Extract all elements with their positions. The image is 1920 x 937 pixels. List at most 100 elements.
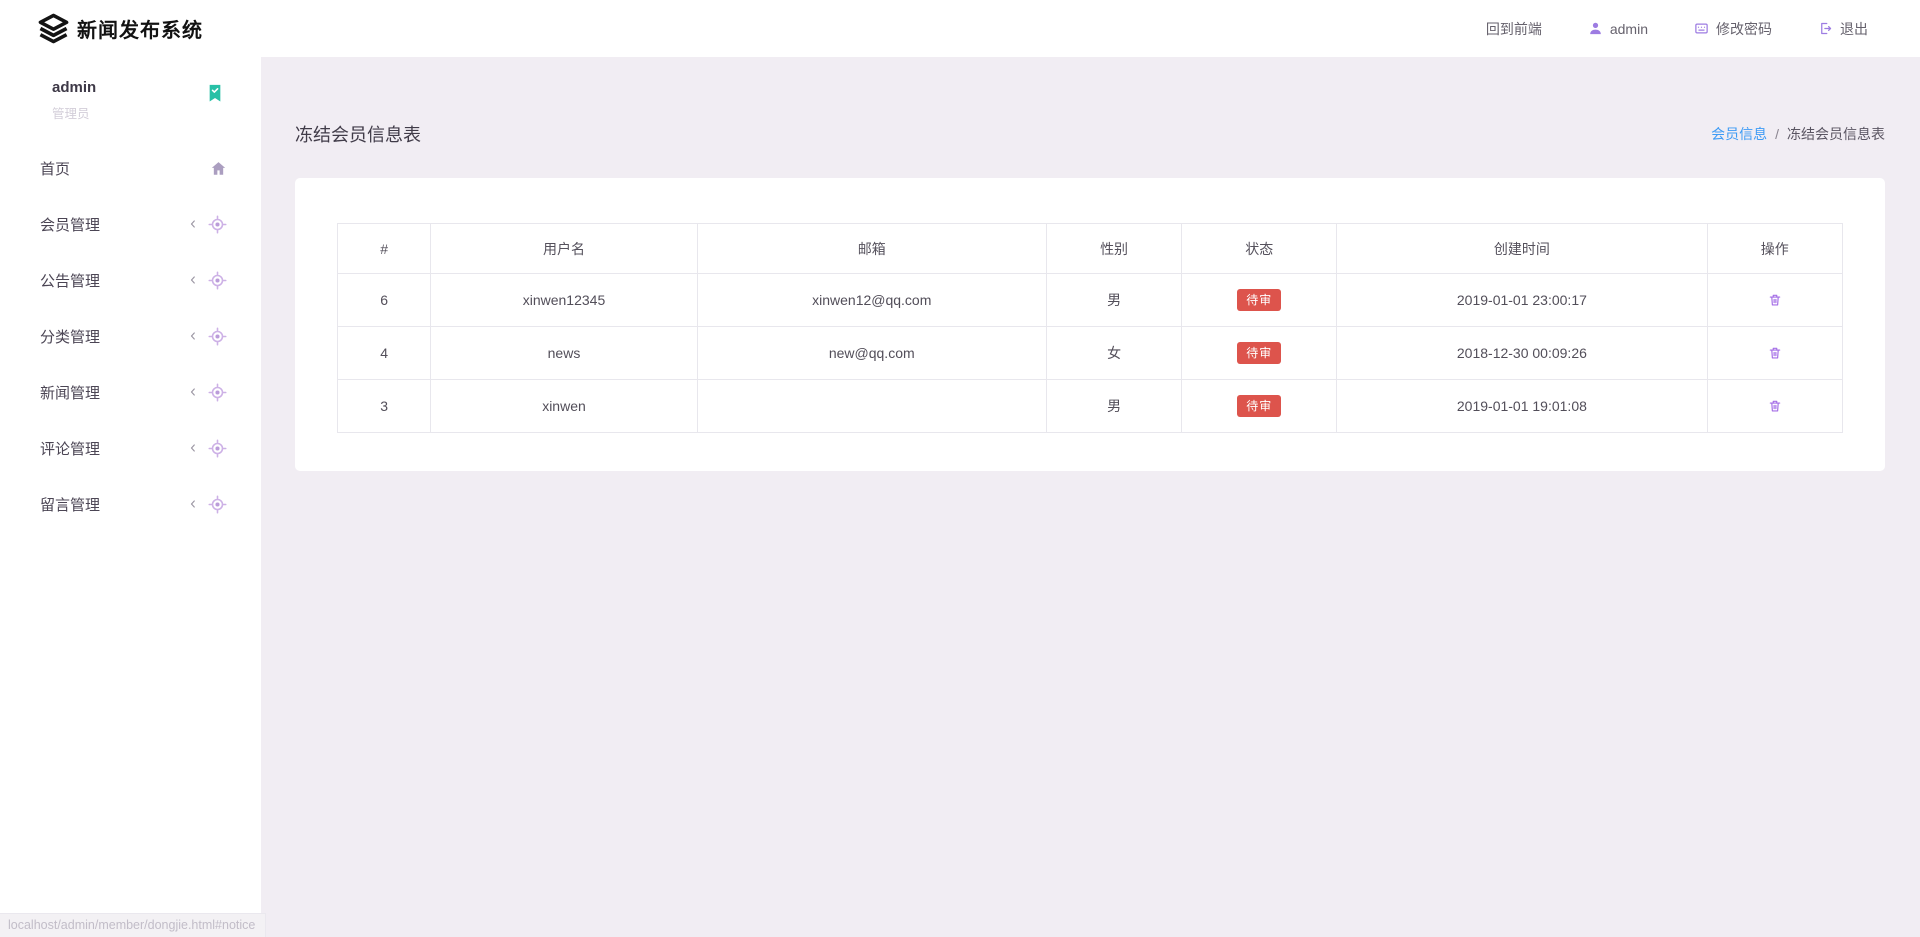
sidebar-item-label: 评论管理 (40, 438, 100, 459)
brand-title: 新闻发布系统 (77, 14, 203, 43)
table-header-row: # 用户名 邮箱 性别 状态 创建时间 操作 (338, 224, 1843, 274)
sidebar-item-label: 新闻管理 (40, 382, 100, 403)
col-header-status: 状态 (1182, 224, 1337, 274)
col-header-index: # (338, 224, 431, 274)
user-menu[interactable]: admin (1588, 21, 1648, 37)
cell-username: xinwen (431, 380, 697, 433)
sidebar-item-members[interactable]: 会员管理 (0, 196, 261, 252)
cell-actions (1707, 380, 1842, 433)
change-password-link[interactable]: 修改密码 (1694, 19, 1772, 39)
certificate-check-icon (207, 84, 223, 103)
topnav: 回到前端 admin 修改密码 (1486, 19, 1920, 39)
username-label: admin (1610, 21, 1648, 37)
table-row: 3 xinwen 男 待审 2019-01-01 19:01:08 (338, 380, 1843, 433)
chevron-left-icon (187, 442, 199, 454)
sidebar-item-label: 首页 (40, 158, 70, 179)
cell-gender: 男 (1046, 380, 1181, 433)
sidebar-item-label: 分类管理 (40, 326, 100, 347)
sidebar-item-messages[interactable]: 留言管理 (0, 476, 261, 532)
target-icon (208, 271, 227, 290)
status-badge: 待审 (1237, 342, 1281, 364)
col-header-created: 创建时间 (1337, 224, 1707, 274)
user-icon (1588, 21, 1603, 36)
sidebar-menu: 首页 会员管理 (0, 140, 261, 532)
brand[interactable]: 新闻发布系统 (0, 12, 203, 45)
logout-icon (1818, 21, 1833, 36)
sidebar-user-name: admin (52, 79, 225, 96)
cell-email: new@qq.com (697, 327, 1046, 380)
sidebar-item-announcements[interactable]: 公告管理 (0, 252, 261, 308)
sidebar-item-label: 公告管理 (40, 270, 100, 291)
sidebar-item-news[interactable]: 新闻管理 (0, 364, 261, 420)
cell-created: 2019-01-01 19:01:08 (1337, 380, 1707, 433)
table-card: # 用户名 邮箱 性别 状态 创建时间 操作 6 xinwen12345 xin… (295, 178, 1885, 471)
target-icon (208, 495, 227, 514)
delete-button[interactable] (1762, 342, 1788, 364)
cell-status: 待审 (1182, 274, 1337, 327)
sidebar-user-role: 管理员 (52, 103, 225, 122)
cell-id: 6 (338, 274, 431, 327)
chevron-left-icon (187, 218, 199, 230)
cell-status: 待审 (1182, 327, 1337, 380)
col-header-gender: 性别 (1046, 224, 1181, 274)
frozen-members-table: # 用户名 邮箱 性别 状态 创建时间 操作 6 xinwen12345 xin… (337, 223, 1843, 433)
table-row: 6 xinwen12345 xinwen12@qq.com 男 待审 2019-… (338, 274, 1843, 327)
status-badge: 待审 (1237, 289, 1281, 311)
sidebar-item-home[interactable]: 首页 (0, 140, 261, 196)
sidebar-item-label: 留言管理 (40, 494, 100, 515)
chevron-left-icon (187, 274, 199, 286)
cell-status: 待审 (1182, 380, 1337, 433)
cell-id: 3 (338, 380, 431, 433)
target-icon (208, 327, 227, 346)
target-icon (208, 439, 227, 458)
target-icon (208, 215, 227, 234)
logout-label: 退出 (1840, 19, 1868, 39)
home-icon (210, 160, 227, 177)
delete-button[interactable] (1762, 289, 1788, 311)
sidebar-item-comments[interactable]: 评论管理 (0, 420, 261, 476)
cell-gender: 男 (1046, 274, 1181, 327)
cell-email (697, 380, 1046, 433)
sidebar-item-label: 会员管理 (40, 214, 100, 235)
trash-icon (1768, 346, 1782, 360)
breadcrumb-current: 冻结会员信息表 (1787, 124, 1885, 144)
trash-icon (1768, 399, 1782, 413)
breadcrumb: 会员信息 / 冻结会员信息表 (1711, 124, 1885, 144)
status-badge: 待审 (1237, 395, 1281, 417)
col-header-email: 邮箱 (697, 224, 1046, 274)
table-row: 4 news new@qq.com 女 待审 2018-12-30 00:09:… (338, 327, 1843, 380)
page-head: 冻结会员信息表 会员信息 / 冻结会员信息表 (295, 57, 1885, 147)
cell-actions (1707, 327, 1842, 380)
topbar: 新闻发布系统 回到前端 admin 修改密码 (0, 0, 1920, 57)
back-to-frontend-label: 回到前端 (1486, 19, 1542, 39)
col-header-actions: 操作 (1707, 224, 1842, 274)
chevron-left-icon (187, 330, 199, 342)
link-preview-statusbar: localhost/admin/member/dongjie.html#noti… (0, 913, 266, 937)
delete-button[interactable] (1762, 395, 1788, 417)
trash-icon (1768, 293, 1782, 307)
change-password-label: 修改密码 (1716, 19, 1772, 39)
cell-username: xinwen12345 (431, 274, 697, 327)
cell-email: xinwen12@qq.com (697, 274, 1046, 327)
cell-created: 2018-12-30 00:09:26 (1337, 327, 1707, 380)
cell-username: news (431, 327, 697, 380)
cell-created: 2019-01-01 23:00:17 (1337, 274, 1707, 327)
col-header-username: 用户名 (431, 224, 697, 274)
password-card-icon (1694, 21, 1709, 36)
breadcrumb-separator: / (1775, 126, 1779, 142)
logout-link[interactable]: 退出 (1818, 19, 1868, 39)
page-title: 冻结会员信息表 (295, 121, 421, 147)
main-content: 冻结会员信息表 会员信息 / 冻结会员信息表 # 用户名 邮箱 性别 状态 创建… (261, 57, 1920, 937)
back-to-frontend-link[interactable]: 回到前端 (1486, 19, 1542, 39)
sidebar: admin 管理员 首页 会员管理 (0, 57, 261, 937)
sidebar-user-block: admin 管理员 (0, 57, 261, 138)
sidebar-item-categories[interactable]: 分类管理 (0, 308, 261, 364)
cell-gender: 女 (1046, 327, 1181, 380)
chevron-left-icon (187, 498, 199, 510)
cell-actions (1707, 274, 1842, 327)
breadcrumb-link-members[interactable]: 会员信息 (1711, 124, 1767, 144)
cell-id: 4 (338, 327, 431, 380)
chevron-left-icon (187, 386, 199, 398)
target-icon (208, 383, 227, 402)
layers-logo-icon (37, 12, 70, 45)
